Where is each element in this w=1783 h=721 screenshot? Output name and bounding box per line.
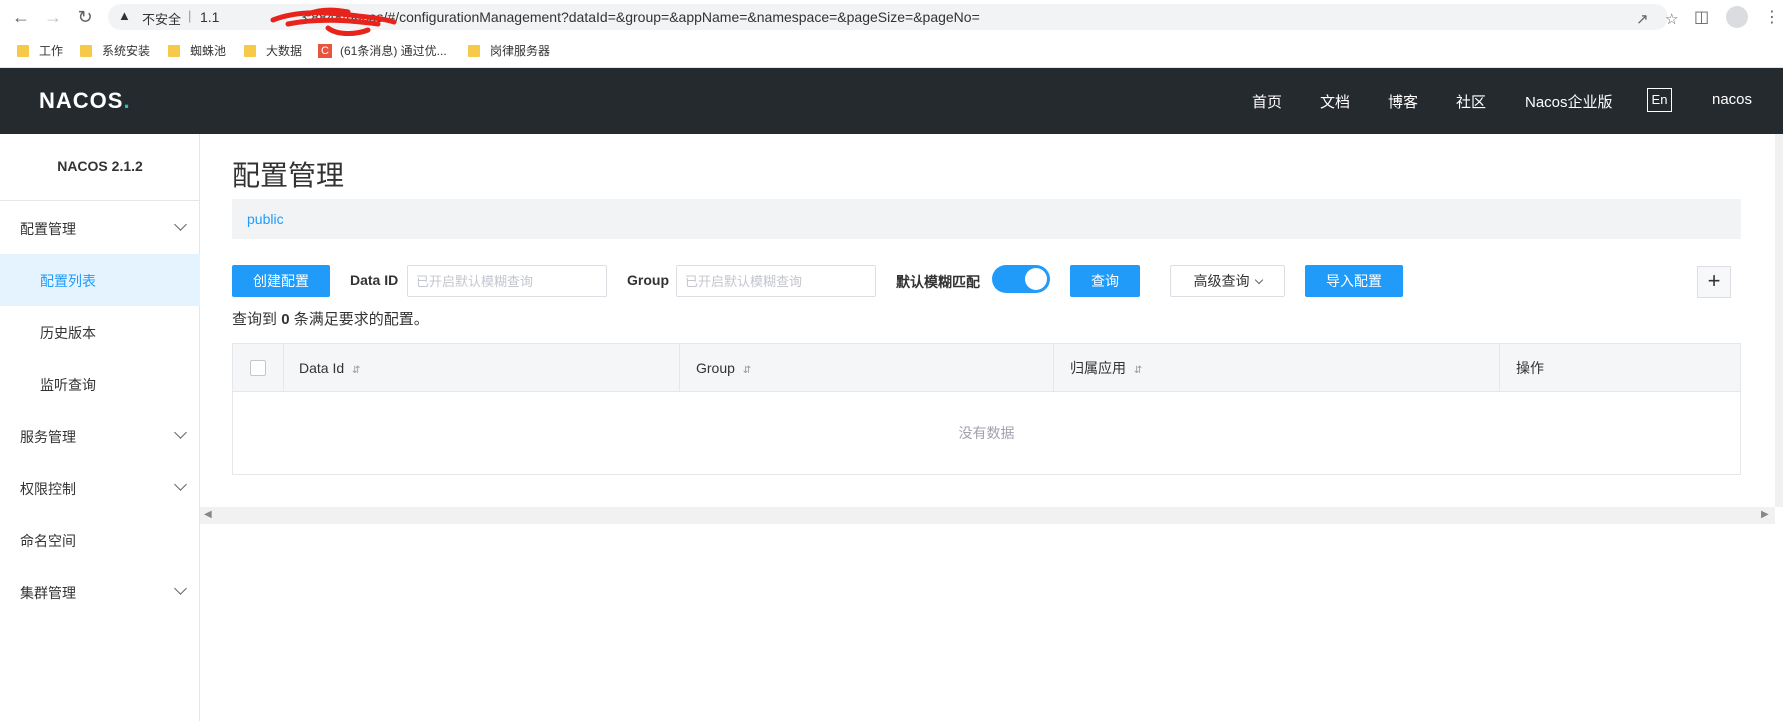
advanced-query-button[interactable]: 高级查询 bbox=[1170, 265, 1285, 297]
column-header-actions: 操作 bbox=[1516, 360, 1544, 376]
table-header: Data Id ⇵ Group ⇵ 归属应用 ⇵ 操作 bbox=[233, 344, 1740, 392]
folder-icon bbox=[244, 44, 256, 57]
language-switch[interactable]: En bbox=[1647, 88, 1672, 112]
bookmarks-bar: 工作 系统安装 蜘蛛池 大数据 C (61条消息) 通过优... 岗律服务器 bbox=[0, 38, 1783, 64]
chevron-down-icon bbox=[174, 218, 187, 231]
chevron-down-icon bbox=[174, 582, 187, 595]
column-divider bbox=[1499, 344, 1500, 392]
column-header-dataid[interactable]: Data Id ⇵ bbox=[299, 344, 361, 392]
browser-chrome: ← → ↻ ▲ 不安全 | 1.1 3:8848/nacos/#/configur… bbox=[0, 0, 1783, 68]
sort-icon[interactable]: ⇵ bbox=[1134, 365, 1142, 376]
nav-enterprise[interactable]: Nacos企业版 bbox=[1525, 91, 1613, 112]
dataid-input[interactable] bbox=[407, 265, 607, 297]
create-config-button[interactable]: 创建配置 bbox=[232, 265, 330, 297]
bookmark-item[interactable]: 蜘蛛池 bbox=[168, 42, 226, 59]
empty-state: 没有数据 bbox=[958, 425, 1015, 441]
vertical-scrollbar[interactable] bbox=[1775, 134, 1783, 507]
nav-home[interactable]: 首页 bbox=[1252, 91, 1282, 112]
page-title: 配置管理 bbox=[232, 160, 345, 191]
import-config-button[interactable]: 导入配置 bbox=[1305, 265, 1403, 297]
sidebar: NACOS 2.1.2 配置管理 配置列表 历史版本 监听查询 服务管理 权限控… bbox=[0, 134, 200, 721]
column-header-group[interactable]: Group ⇵ bbox=[696, 344, 751, 392]
chevron-down-icon bbox=[174, 478, 187, 491]
toggle-knob bbox=[1025, 268, 1047, 290]
plus-icon[interactable]: + bbox=[1697, 266, 1731, 298]
scroll-right-icon[interactable]: ▶ bbox=[1761, 509, 1769, 520]
chevron-down-icon bbox=[1254, 275, 1263, 285]
sidebar-item-history[interactable]: 历史版本 bbox=[0, 306, 200, 358]
arrow-right-icon[interactable]: → bbox=[42, 6, 64, 28]
group-input[interactable] bbox=[676, 265, 876, 297]
redaction-scribble bbox=[270, 7, 397, 36]
nav-docs[interactable]: 文档 bbox=[1320, 91, 1350, 112]
fuzzy-match-toggle[interactable] bbox=[992, 265, 1050, 293]
nav-community[interactable]: 社区 bbox=[1456, 91, 1486, 112]
nacos-logo[interactable]: NACOS. bbox=[39, 88, 131, 114]
bookmark-item[interactable]: 工作 bbox=[17, 42, 63, 59]
dataid-label: Data ID bbox=[350, 272, 399, 288]
folder-icon bbox=[468, 44, 480, 57]
profile-icon[interactable] bbox=[1726, 6, 1748, 28]
logo-dot: . bbox=[123, 88, 131, 113]
address-row: ← → ↻ ▲ 不安全 | 1.1 3:8848/nacos/#/configur… bbox=[0, 0, 1783, 36]
bookmark-item[interactable]: 岗律服务器 bbox=[468, 42, 550, 59]
url-visible: 3:8848/nacos/#/configurationManagement?d… bbox=[299, 9, 980, 25]
app-header: NACOS. 首页 文档 博客 社区 Nacos企业版 En nacos bbox=[0, 68, 1783, 134]
sidebar-item-config-management[interactable]: 配置管理 bbox=[0, 202, 200, 254]
column-divider bbox=[1053, 344, 1054, 392]
column-divider bbox=[283, 344, 284, 392]
insecure-label[interactable]: 不安全 bbox=[142, 9, 181, 28]
sidebar-item-service-management[interactable]: 服务管理 bbox=[0, 410, 200, 462]
folder-icon bbox=[168, 44, 180, 57]
config-table: Data Id ⇵ Group ⇵ 归属应用 ⇵ 操作 没有数据 bbox=[232, 343, 1741, 475]
user-menu[interactable]: nacos bbox=[1712, 91, 1752, 108]
scroll-left-icon[interactable]: ◀ bbox=[204, 509, 212, 520]
namespace-public[interactable]: public bbox=[247, 211, 284, 227]
url-prefix: 1.1 bbox=[200, 9, 220, 25]
sidebar-item-config-list[interactable]: 配置列表 bbox=[0, 254, 200, 306]
sidebar-item-cluster-management[interactable]: 集群管理 bbox=[0, 566, 200, 618]
divider bbox=[0, 200, 200, 201]
sort-icon[interactable]: ⇵ bbox=[352, 365, 360, 376]
horizontal-scrollbar[interactable]: ◀ ▶ bbox=[200, 507, 1775, 524]
namespace-bar: public bbox=[232, 199, 1741, 239]
chevron-down-icon bbox=[174, 426, 187, 439]
arrow-left-icon[interactable]: ← bbox=[10, 6, 32, 28]
result-count: 0 bbox=[281, 311, 290, 328]
sidebar-item-namespace[interactable]: 命名空间 bbox=[0, 514, 200, 566]
bookmark-item[interactable]: 系统安装 bbox=[80, 42, 150, 59]
nav-blog[interactable]: 博客 bbox=[1388, 91, 1418, 112]
sidebar-item-listener-query[interactable]: 监听查询 bbox=[0, 358, 200, 410]
group-label: Group bbox=[627, 272, 669, 288]
share-icon[interactable]: ↗ bbox=[1636, 10, 1649, 28]
warning-icon[interactable]: ▲ bbox=[118, 8, 131, 23]
sidebar-item-access-control[interactable]: 权限控制 bbox=[0, 462, 200, 514]
bookmark-item[interactable]: 大数据 bbox=[244, 42, 302, 59]
sort-icon[interactable]: ⇵ bbox=[743, 365, 751, 376]
folder-icon bbox=[17, 44, 29, 57]
column-divider bbox=[679, 344, 680, 392]
separator: | bbox=[188, 8, 192, 23]
version-label: NACOS 2.1.2 bbox=[57, 158, 143, 174]
select-all-checkbox[interactable] bbox=[250, 360, 266, 376]
sidepanel-icon[interactable]: ◫ bbox=[1694, 7, 1709, 27]
menu-icon[interactable]: ⋮ bbox=[1764, 7, 1780, 27]
result-summary: 查询到 0 条满足要求的配置。 bbox=[232, 311, 429, 328]
column-header-app[interactable]: 归属应用 ⇵ bbox=[1070, 344, 1142, 392]
star-icon[interactable]: ☆ bbox=[1665, 10, 1678, 28]
csdn-icon: C bbox=[318, 43, 332, 58]
address-bar[interactable]: ▲ 不安全 | 1.1 3:8848/nacos/#/configurationM… bbox=[108, 4, 1678, 36]
fuzzy-match-label: 默认模糊匹配 bbox=[896, 274, 980, 290]
reload-icon[interactable]: ↻ bbox=[74, 6, 96, 28]
bookmark-item[interactable]: C (61条消息) 通过优... bbox=[318, 42, 447, 59]
query-button[interactable]: 查询 bbox=[1070, 265, 1140, 297]
folder-icon bbox=[80, 44, 92, 57]
